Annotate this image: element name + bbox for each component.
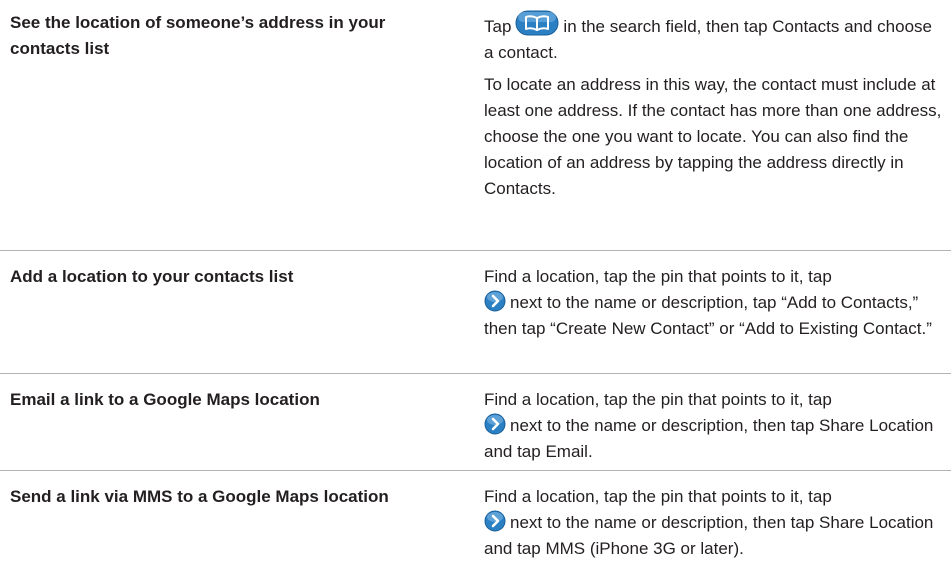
row-4-term: Send a link via MMS to a Google Maps loc… [10,487,389,506]
row-1-note: To locate an address in this way, the co… [484,75,942,198]
row-1-instruction: Tap in the search field, then tap Contact… [484,10,946,66]
row-3-text-before: Find a location, tap the pin that points… [484,390,832,409]
row-2-text-before: Find a location, tap the pin that points… [484,267,832,286]
row-4-description: Find a location, tap the pin that points… [484,484,946,562]
detail-disclosure-arrow-icon [484,413,506,435]
row-3-description: Find a location, tap the pin that points… [484,387,946,465]
detail-disclosure-arrow-icon [484,290,506,312]
row-2-term: Add a location to your contacts list [10,267,294,286]
row-4-text-before: Find a location, tap the pin that points… [484,487,832,506]
row-1-text-before: Tap [484,17,512,36]
row-divider [0,250,951,251]
row-divider [0,373,951,374]
row-2-instruction: Find a location, tap the pin that points… [484,264,946,342]
row-2-text-after: next to the name or description, tap “Ad… [484,293,932,338]
row-3-text-after: next to the name or description, then ta… [484,416,934,461]
row-3-term: Email a link to a Google Maps location [10,390,320,409]
row-4-text-after: next to the name or description, then ta… [484,513,934,558]
row-1-description: Tap in the search field, then tap Contact… [484,10,946,202]
row-4-instruction: Find a location, tap the pin that points… [484,484,946,562]
row-3-instruction: Find a location, tap the pin that points… [484,387,946,465]
bookmarks-book-icon [515,10,559,36]
row-2-description: Find a location, tap the pin that points… [484,264,946,342]
row-divider [0,470,951,471]
row-1-term: See the location of someone’s address in… [10,13,386,58]
detail-disclosure-arrow-icon [484,510,506,532]
